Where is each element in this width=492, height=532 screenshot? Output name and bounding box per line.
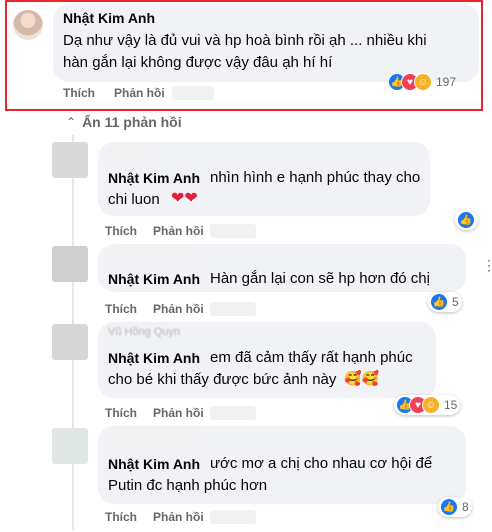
- reply-author[interactable]: Nhật Kim Anh: [108, 350, 200, 366]
- reply-reactions-1[interactable]: 👍: [455, 210, 478, 230]
- reaction-count: 8: [462, 500, 469, 514]
- reply-button[interactable]: Phản hồi: [153, 406, 204, 420]
- reaction-count: 197: [436, 75, 457, 89]
- heart-icon: ❤: [184, 190, 198, 207]
- smiling-hearts-emoji-icon: 🥰: [344, 370, 362, 386]
- reply-bubble-2: Nhật Kim Anh Hàn gắn lại con sẽ hp hơn đ…: [98, 244, 466, 292]
- like-button[interactable]: Thích: [105, 224, 137, 238]
- care-icon: ☺: [414, 73, 432, 91]
- reply-bubble-1: Nhật Kim Anh nhìn hình e hạnh phúc thay …: [98, 142, 430, 216]
- main-reactions[interactable]: 👍 ♥ ☺ 197: [388, 73, 456, 91]
- like-button[interactable]: Thích: [63, 86, 95, 100]
- reaction-count: 15: [444, 398, 458, 412]
- smiling-hearts-emoji-icon: 🥰: [361, 370, 379, 386]
- reply-text-line-2: chi luon: [108, 191, 160, 208]
- blurred-timestamp: [210, 224, 256, 238]
- reply-avatar-4[interactable]: [52, 428, 88, 464]
- reply-reactions-4[interactable]: 👍 8: [438, 497, 472, 517]
- hide-replies-label: Ẩn 11 phản hồi: [82, 114, 182, 130]
- reply-text-line-1: Hàn gắn lại con sẽ hp hơn đó chị: [210, 270, 430, 287]
- reply-avatar-3[interactable]: [52, 324, 88, 360]
- like-icon: 👍: [440, 498, 458, 516]
- main-comment-bubble: Nhật Kim Anh Dạ như vậy là đủ vui và hp …: [53, 4, 479, 82]
- blurred-mention: [108, 248, 196, 262]
- like-button[interactable]: Thích: [105, 510, 137, 524]
- comment-text-line-2: hàn gắn lại không được vậy đâu ạh hí hí: [63, 54, 333, 71]
- reaction-count: 5: [452, 295, 459, 309]
- blurred-timestamp: [210, 406, 256, 420]
- comment-author[interactable]: Nhật Kim Anh: [63, 10, 155, 26]
- blurred-mention: [108, 430, 202, 444]
- hide-replies-button[interactable]: ⌃ Ẩn 11 phản hồi: [66, 114, 182, 130]
- emoji-pair: 🥰🥰: [344, 370, 379, 387]
- reply-text-line-2: cho bé khi thấy được bức ảnh này: [108, 371, 337, 388]
- reply-button[interactable]: Phản hồi: [153, 510, 204, 524]
- reply-button[interactable]: Phản hồi: [114, 86, 165, 100]
- reply-bubble-3: Vũ Hồng Quyn Nhật Kim Anh em đã cảm thấy…: [98, 322, 436, 398]
- reply-button[interactable]: Phản hồi: [153, 302, 204, 316]
- reply-author[interactable]: Nhật Kim Anh: [108, 271, 200, 287]
- reply-text-line-1: nhìn hình e hạnh phúc thay cho: [210, 169, 421, 186]
- avatar[interactable]: [13, 10, 43, 40]
- blurred-timestamp: [210, 510, 256, 524]
- heart-icon: ❤: [171, 190, 185, 207]
- like-icon: 👍: [430, 293, 448, 311]
- reply-author[interactable]: Nhật Kim Anh: [108, 170, 200, 186]
- reply-reactions-3[interactable]: 👍 ♥ ☺ 15: [394, 395, 461, 415]
- reply-text-line-1: ước mơ a chị cho nhau cơ hội để: [210, 455, 433, 472]
- reply-text-line-2: Putin đc hạnh phúc hơn: [108, 477, 268, 494]
- more-options-icon[interactable]: ⋮: [482, 258, 492, 272]
- chevron-up-icon: ⌃: [66, 115, 77, 129]
- reply-avatar-2[interactable]: [52, 246, 88, 282]
- blurred-timestamp: [172, 86, 214, 100]
- reply-bubble-4: Nhật Kim Anh ước mơ a chị cho nhau cơ hộ…: [98, 426, 466, 504]
- blurred-mention: [108, 148, 152, 162]
- comment-text-line-1: Dạ như vậy là đủ vui và hp hoà bình rồi …: [63, 32, 427, 49]
- like-icon: 👍: [457, 211, 475, 229]
- reply-avatar-1[interactable]: [52, 142, 88, 178]
- like-button[interactable]: Thích: [105, 406, 137, 420]
- reply-author[interactable]: Nhật Kim Anh: [108, 456, 200, 472]
- heart-emoji-pair: ❤❤: [171, 188, 198, 208]
- reply-reactions-2[interactable]: 👍 5: [428, 292, 462, 312]
- care-icon: ☺: [422, 396, 440, 414]
- reply-button[interactable]: Phản hồi: [153, 224, 204, 238]
- blurred-timestamp: [210, 302, 256, 316]
- blurred-mention: Vũ Hồng Quyn: [108, 326, 181, 338]
- reply-text-line-1: em đã cảm thấy rất hạnh phúc: [210, 349, 413, 366]
- like-button[interactable]: Thích: [105, 302, 137, 316]
